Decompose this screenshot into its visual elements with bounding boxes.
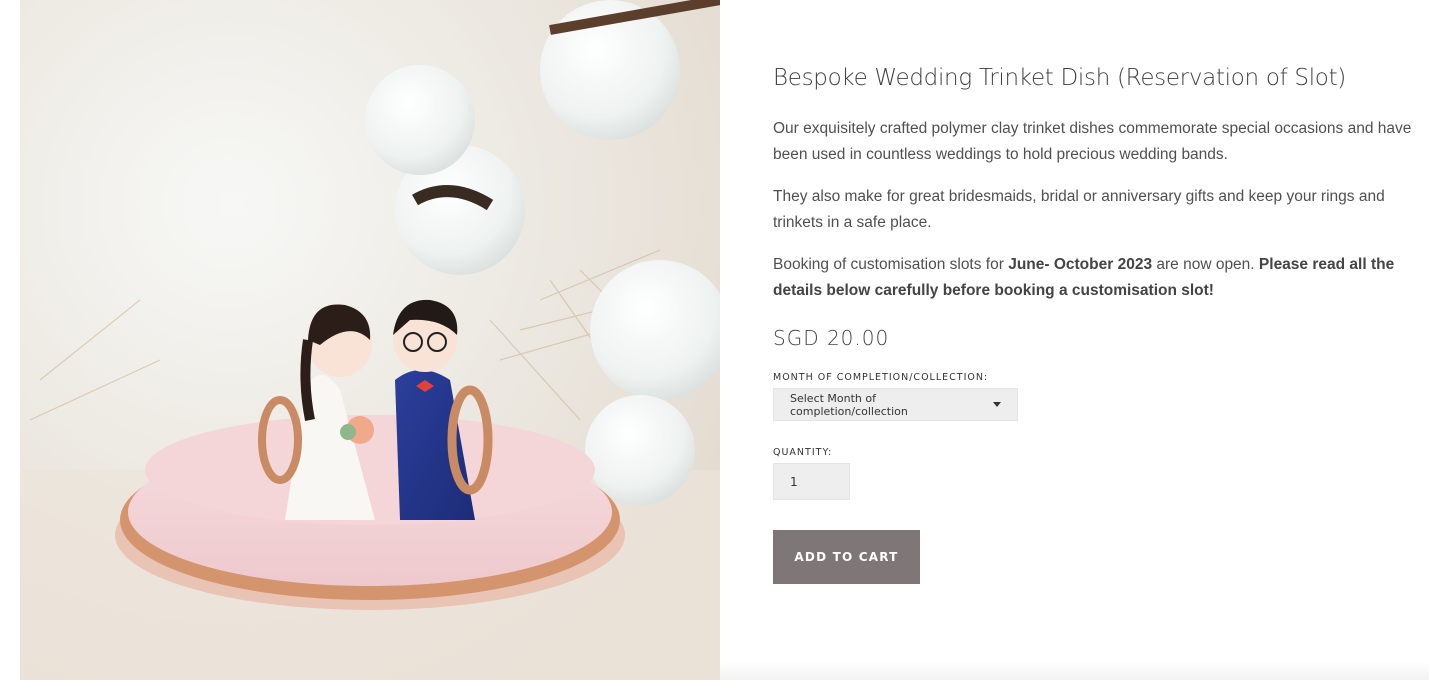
bottom-shadow <box>720 660 1429 680</box>
add-to-cart-button[interactable]: ADD TO CART <box>773 530 920 584</box>
booking-middle: are now open. <box>1152 256 1259 273</box>
quantity-label: QUANTITY: <box>773 447 833 458</box>
product-title: Bespoke Wedding Trinket Dish (Reservatio… <box>773 65 1346 91</box>
month-label: MONTH OF COMPLETION/COLLECTION: <box>773 372 989 383</box>
product-details: Bespoke Wedding Trinket Dish (Reservatio… <box>773 60 1413 584</box>
product-image[interactable] <box>20 0 720 680</box>
booking-period: June- October 2023 <box>1008 256 1153 273</box>
month-select[interactable]: Select Month of completion/collection <box>773 388 1018 421</box>
product-description-2: They also make for great bridesmaids, br… <box>773 188 1385 231</box>
product-description-1: Our exquisitely crafted polymer clay tri… <box>773 120 1412 163</box>
booking-notice: Booking of customisation slots for June-… <box>773 252 1413 304</box>
chevron-down-icon <box>993 402 1001 407</box>
month-select-value: Select Month of completion/collection <box>790 391 908 418</box>
booking-prefix: Booking of customisation slots for <box>773 256 1009 273</box>
product-price: SGD 20.00 <box>773 326 890 350</box>
quantity-input[interactable] <box>773 463 850 500</box>
